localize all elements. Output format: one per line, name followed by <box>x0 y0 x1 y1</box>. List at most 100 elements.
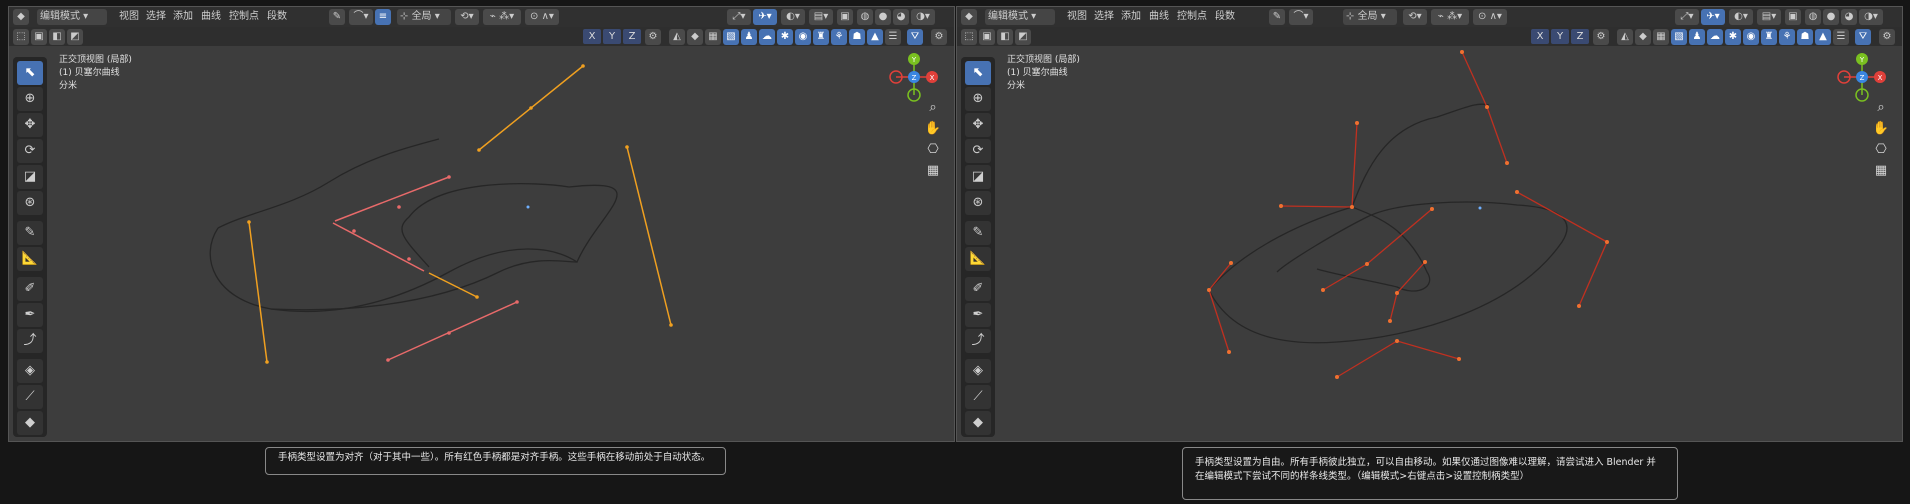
vertex <box>1335 375 1339 379</box>
vertex <box>1321 288 1325 292</box>
pan-hand-icon[interactable]: ✋ <box>1871 120 1891 138</box>
vertex <box>1229 261 1233 265</box>
vertex <box>625 145 629 149</box>
vertex <box>1355 121 1359 125</box>
vertex <box>1395 291 1399 295</box>
vertex <box>1605 240 1609 244</box>
gizmo-x-label: X <box>1878 74 1883 82</box>
vertex <box>247 220 251 224</box>
vertex <box>529 106 533 110</box>
right-caption: 手柄类型设置为自由。所有手柄彼此独立，可以自由移动。如果仅通过图像难以理解，请尝… <box>1182 447 1678 500</box>
cursor-tool-icon[interactable]: ⊕ <box>17 87 43 111</box>
move-tool-icon[interactable]: ✥ <box>17 113 43 137</box>
tilt-tool-icon[interactable]: ⟋ <box>965 385 991 409</box>
rotate-tool-icon[interactable]: ⟳ <box>17 139 43 163</box>
vertex <box>1350 205 1354 209</box>
vertex <box>1279 204 1283 208</box>
vertex <box>515 300 519 304</box>
extrude-tool-icon[interactable]: ⤴ <box>965 329 991 353</box>
origin-point <box>526 205 530 209</box>
vertex <box>1430 207 1434 211</box>
vertex <box>1515 190 1519 194</box>
vertex <box>265 360 269 364</box>
vertex <box>1423 260 1427 264</box>
pan-hand-icon[interactable]: ✋ <box>923 120 943 138</box>
radius-tool-icon[interactable]: ◈ <box>965 359 991 383</box>
tilt-tool-icon[interactable]: ⟋ <box>17 385 43 409</box>
aligned-handle <box>332 222 425 272</box>
tool-shelf: ⬉ ⊕ ✥ ⟳ ◪ ⊛ ✎ 📐 ✐ ✒ ⤴ ◈ ⟋ ◆ <box>13 57 47 437</box>
grid-toggle-icon[interactable]: ▦ <box>1871 162 1891 180</box>
gizmo-z-label: Z <box>1860 74 1865 82</box>
vertex <box>475 295 479 299</box>
vertex <box>1365 262 1369 266</box>
vertex <box>352 229 356 233</box>
vertex <box>1460 50 1464 54</box>
view-name-label: 正交顶视图 (局部) <box>1007 55 1080 65</box>
bezier-curve <box>1208 103 1490 291</box>
draw-tool-icon[interactable]: ✐ <box>965 277 991 301</box>
rotate-tool-icon[interactable]: ⟳ <box>965 139 991 163</box>
scale-tool-icon[interactable]: ◪ <box>17 165 43 189</box>
viewport-canvas[interactable] <box>9 7 955 442</box>
vertex <box>397 205 401 209</box>
select-tool-icon[interactable]: ⬉ <box>17 61 43 85</box>
vertex <box>1207 288 1211 292</box>
gizmo-y-label: Y <box>911 56 917 64</box>
left-3d-viewport[interactable]: ◆ 编辑模式 ▾ 视图 选择 添加 曲线 控制点 段数 ✎ ⌒▾ ≡ ⊹ 全局 … <box>8 6 955 442</box>
zoom-icon[interactable]: ⌕ <box>1871 99 1891 117</box>
radius-tool-icon[interactable]: ◈ <box>17 359 43 383</box>
vertex <box>386 358 390 362</box>
vertex <box>1457 357 1461 361</box>
origin-point <box>1478 206 1482 210</box>
transform-tool-icon[interactable]: ⊛ <box>17 191 43 215</box>
view-name-label: 正交顶视图 (局部) <box>59 55 132 65</box>
unit-label: 分米 <box>1007 81 1026 91</box>
gizmo-y-label: Y <box>1859 56 1865 64</box>
viewport-canvas[interactable] <box>957 7 1903 442</box>
auto-handle <box>626 146 672 326</box>
pen-tool-icon[interactable]: ✒ <box>965 303 991 327</box>
vertex <box>1227 350 1231 354</box>
vertex <box>447 175 451 179</box>
aligned-handle <box>387 301 518 361</box>
move-tool-icon[interactable]: ✥ <box>965 113 991 137</box>
pen-tool-icon[interactable]: ✒ <box>17 303 43 327</box>
annotate-tool-icon[interactable]: ✎ <box>965 221 991 245</box>
vertex <box>1485 105 1489 109</box>
vertex <box>407 257 411 261</box>
vertex <box>1577 304 1581 308</box>
tool-shelf: ⬉ ⊕ ✥ ⟳ ◪ ⊛ ✎ 📐 ✐ ✒ ⤴ ◈ ⟋ ◆ <box>961 57 995 437</box>
auto-handle <box>248 221 268 363</box>
bezier-curve <box>209 183 618 313</box>
right-3d-viewport[interactable]: ◆ 编辑模式 ▾ 视图 选择 添加 曲线 控制点 段数 ✎ ⌒▾ ⊹ 全局 ▾ … <box>956 6 1903 442</box>
select-tool-icon[interactable]: ⬉ <box>965 61 991 85</box>
vertex <box>581 64 585 68</box>
object-name-label: (1) 贝塞尔曲线 <box>59 68 120 78</box>
randomize-tool-icon[interactable]: ◆ <box>965 411 991 435</box>
vertex <box>1395 339 1399 343</box>
vertex <box>1505 161 1509 165</box>
measure-tool-icon[interactable]: 📐 <box>965 247 991 271</box>
vertex <box>669 323 673 327</box>
zoom-icon[interactable]: ⌕ <box>923 99 943 117</box>
vertex <box>477 148 481 152</box>
vertex <box>1388 319 1392 323</box>
extrude-tool-icon[interactable]: ⤴ <box>17 329 43 353</box>
transform-tool-icon[interactable]: ⊛ <box>965 191 991 215</box>
cursor-tool-icon[interactable]: ⊕ <box>965 87 991 111</box>
scale-tool-icon[interactable]: ◪ <box>965 165 991 189</box>
unit-label: 分米 <box>59 81 78 91</box>
annotate-tool-icon[interactable]: ✎ <box>17 221 43 245</box>
draw-tool-icon[interactable]: ✐ <box>17 277 43 301</box>
camera-view-icon[interactable]: ⎔ <box>923 141 943 159</box>
grid-toggle-icon[interactable]: ▦ <box>923 162 943 180</box>
gizmo-x-label: X <box>930 74 935 82</box>
camera-view-icon[interactable]: ⎔ <box>1871 141 1891 159</box>
object-name-label: (1) 贝塞尔曲线 <box>1007 68 1068 78</box>
gizmo-z-label: Z <box>912 74 917 82</box>
measure-tool-icon[interactable]: 📐 <box>17 247 43 271</box>
randomize-tool-icon[interactable]: ◆ <box>17 411 43 435</box>
left-caption: 手柄类型设置为对齐（对于其中一些）。所有红色手柄都是对齐手柄。这些手柄在移动前处… <box>265 447 726 475</box>
vertex <box>447 331 451 335</box>
